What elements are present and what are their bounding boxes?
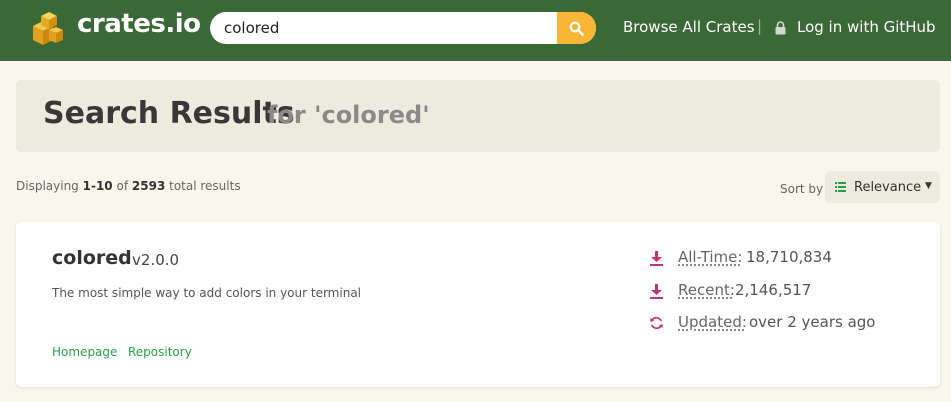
results-of: of xyxy=(116,179,129,193)
displaying-prefix: Displaying xyxy=(16,179,79,193)
top-nav-bar: crates.io Browse All Crates | Log in wit… xyxy=(0,0,951,61)
browse-all-crates-link[interactable]: Browse All Crates xyxy=(623,18,755,36)
login-with-github-link[interactable]: Log in with GitHub xyxy=(797,18,936,36)
all-time-downloads-value: 18,710,834 xyxy=(746,248,832,266)
chevron-down-icon: ▼ xyxy=(925,181,932,191)
all-time-downloads-label: All-Time: xyxy=(678,248,743,266)
search-bar xyxy=(210,12,596,44)
recent-downloads-value: 2,146,517 xyxy=(735,281,812,299)
download-icon xyxy=(650,284,663,299)
nav-separator: | xyxy=(757,17,763,35)
download-icon xyxy=(650,251,663,266)
homepage-link[interactable]: Homepage xyxy=(52,345,117,359)
list-icon xyxy=(835,182,846,192)
results-range: 1-10 xyxy=(82,179,113,193)
search-input[interactable] xyxy=(210,12,557,44)
sort-label: Sort by xyxy=(780,182,824,196)
updated-value: over 2 years ago xyxy=(749,313,876,331)
search-query-label: for 'colored' xyxy=(267,101,430,129)
repository-link[interactable]: Repository xyxy=(128,345,192,359)
brand-name[interactable]: crates.io xyxy=(77,9,201,39)
updated-label: Updated: xyxy=(678,313,747,331)
results-total-suffix: total results xyxy=(169,179,241,193)
crate-version: v2.0.0 xyxy=(132,251,180,269)
results-count: Displaying 1-10 of 2593 total results xyxy=(16,179,241,193)
sort-value: Relevance xyxy=(854,180,922,195)
search-icon xyxy=(569,21,584,36)
crate-description: The most simple way to add colors in you… xyxy=(52,286,361,300)
sort-dropdown[interactable]: Relevance ▼ xyxy=(825,171,940,203)
crate-result-card: colored v2.0.0 The most simple way to ad… xyxy=(16,222,940,387)
recent-downloads-label: Recent: xyxy=(678,281,735,299)
refresh-icon xyxy=(650,316,663,330)
crate-cubes-icon[interactable] xyxy=(27,10,63,48)
crate-name-link[interactable]: colored xyxy=(52,247,132,269)
lock-icon xyxy=(775,21,786,35)
page-title: Search Results xyxy=(43,96,295,131)
results-total: 2593 xyxy=(131,179,166,193)
search-button[interactable] xyxy=(557,12,596,44)
results-header: Search Results for 'colored' xyxy=(16,80,940,152)
